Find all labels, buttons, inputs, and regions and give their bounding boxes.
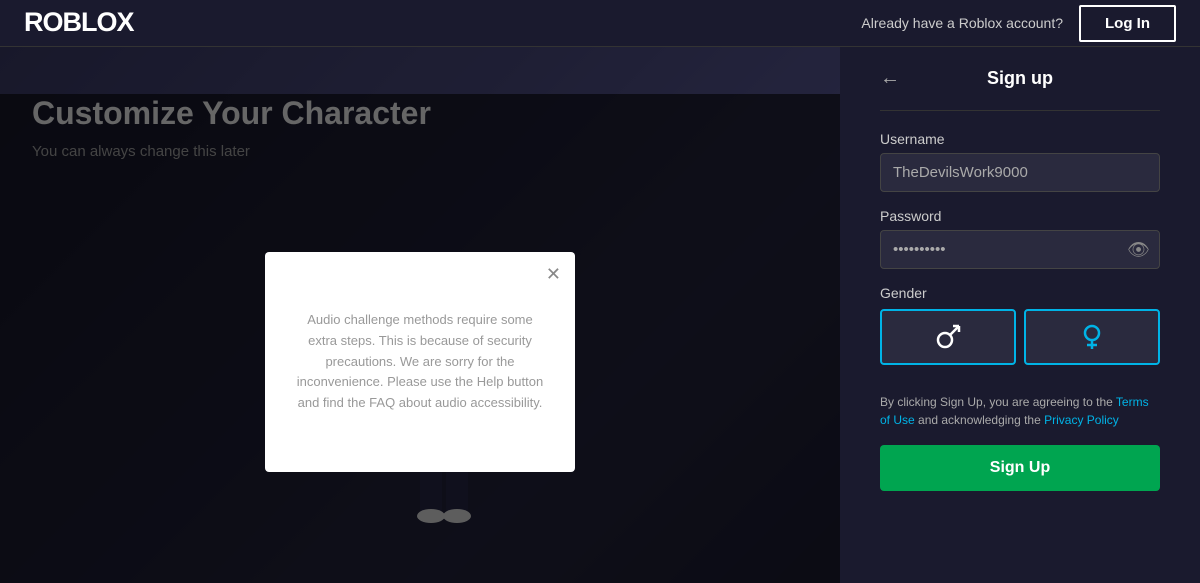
username-label: Username — [880, 131, 1160, 147]
show-password-icon[interactable]: 👁 — [1127, 239, 1150, 260]
login-button[interactable]: Log In — [1079, 5, 1176, 42]
modal-overlay: ✕ Audio challenge methods require some e… — [0, 94, 840, 583]
password-input[interactable] — [880, 230, 1160, 269]
svg-text:ROBLOX: ROBLOX — [24, 7, 134, 36]
top-header: ROBLOX Already have a Roblox account? Lo… — [0, 0, 1200, 47]
signup-title: Sign up — [900, 68, 1140, 89]
username-group: Username — [880, 131, 1160, 192]
gender-buttons — [880, 309, 1160, 365]
right-panel: ← Sign up Username Password 👁 Gender — [840, 47, 1200, 583]
privacy-policy-link[interactable]: Privacy Policy — [1044, 413, 1119, 427]
modal-content-area: Audio challenge methods require some ext… — [293, 292, 547, 432]
terms-text: By clicking Sign Up, you are agreeing to… — [880, 393, 1160, 429]
already-text: Already have a Roblox account? — [861, 15, 1063, 31]
header-actions: Already have a Roblox account? Log In — [861, 5, 1176, 42]
password-label: Password — [880, 208, 1160, 224]
password-wrapper: 👁 — [880, 230, 1160, 269]
gender-female-button[interactable] — [1024, 309, 1160, 365]
signup-header: ← Sign up — [880, 47, 1160, 111]
gender-group: Gender — [880, 285, 1160, 365]
modal-close-button[interactable]: ✕ — [546, 264, 561, 285]
gender-label: Gender — [880, 285, 1160, 301]
roblox-logo: ROBLOX — [24, 4, 184, 43]
back-button[interactable]: ← — [880, 67, 900, 90]
modal-dialog: ✕ Audio challenge methods require some e… — [265, 252, 575, 472]
gender-male-button[interactable] — [880, 309, 1016, 365]
signup-button[interactable]: Sign Up — [880, 445, 1160, 491]
password-group: Password 👁 — [880, 208, 1160, 269]
left-panel: Customize Your Character You can always … — [0, 47, 840, 583]
modal-message: Audio challenge methods require some ext… — [293, 310, 547, 414]
username-input[interactable] — [880, 153, 1160, 192]
main-layout: Customize Your Character You can always … — [0, 47, 1200, 583]
